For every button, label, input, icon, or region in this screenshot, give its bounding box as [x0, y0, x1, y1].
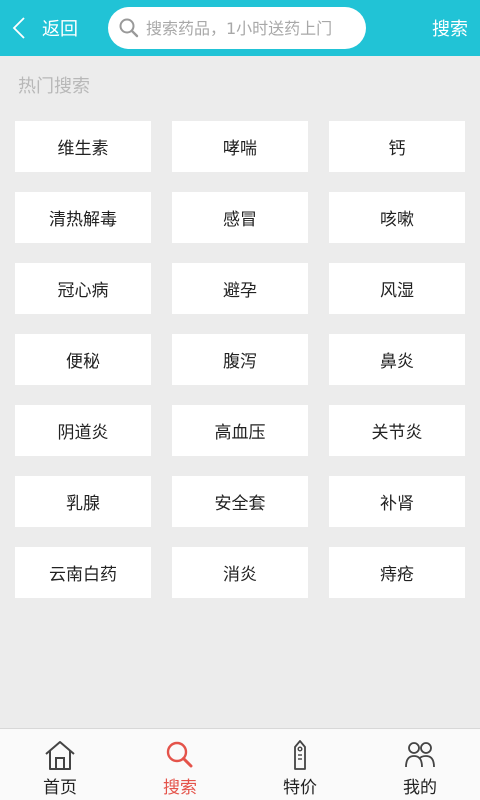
hot-search-tag[interactable]: 腹泻: [172, 334, 308, 385]
hot-search-tag[interactable]: 安全套: [172, 476, 308, 527]
hot-search-tag[interactable]: 哮喘: [172, 121, 308, 172]
hot-search-tag[interactable]: 便秘: [15, 334, 151, 385]
hot-search-tag[interactable]: 高血压: [172, 405, 308, 456]
hot-search-tag[interactable]: 痔疮: [329, 547, 465, 598]
hot-search-grid: 维生素 哮喘 钙 清热解毒 感冒 咳嗽 冠心病 避孕 风湿 便秘 腹泻 鼻炎 阴…: [15, 121, 465, 598]
hot-search-tag[interactable]: 维生素: [15, 121, 151, 172]
back-label: 返回: [42, 19, 78, 40]
search-icon: [118, 17, 140, 39]
nav-label-mine: 我的: [403, 778, 437, 798]
hot-search-tag[interactable]: 避孕: [172, 263, 308, 314]
price-tag-icon: [283, 739, 317, 771]
top-bar: 返回 搜索: [0, 0, 480, 56]
hot-search-tag[interactable]: 乳腺: [15, 476, 151, 527]
hot-search-tag[interactable]: 钙: [329, 121, 465, 172]
hot-search-tag[interactable]: 风湿: [329, 263, 465, 314]
section-title-hot-search: 热门搜索: [18, 76, 90, 97]
search-icon: [163, 739, 197, 771]
nav-label-specials: 特价: [283, 778, 317, 798]
hot-search-tag[interactable]: 关节炎: [329, 405, 465, 456]
hot-search-tag[interactable]: 感冒: [172, 192, 308, 243]
nav-item-home[interactable]: 首页: [0, 729, 120, 800]
hot-search-tag[interactable]: 云南白药: [15, 547, 151, 598]
hot-search-tag[interactable]: 咳嗽: [329, 192, 465, 243]
nav-label-search: 搜索: [163, 778, 197, 798]
hot-search-tag[interactable]: 冠心病: [15, 263, 151, 314]
search-input[interactable]: [146, 18, 361, 38]
nav-item-mine[interactable]: 我的: [360, 729, 480, 800]
hot-search-tag[interactable]: 补肾: [329, 476, 465, 527]
hot-search-tag[interactable]: 阴道炎: [15, 405, 151, 456]
hot-search-tag[interactable]: 清热解毒: [15, 192, 151, 243]
nav-item-search[interactable]: 搜索: [120, 729, 240, 800]
user-icon: [403, 739, 437, 771]
chevron-left-icon: [12, 15, 32, 41]
search-box[interactable]: [108, 7, 366, 49]
search-button[interactable]: 搜索: [432, 0, 468, 56]
hot-search-tag[interactable]: 消炎: [172, 547, 308, 598]
back-button[interactable]: 返回: [0, 0, 102, 56]
bottom-nav: 首页 搜索 特价 我的: [0, 728, 480, 800]
hot-search-tag[interactable]: 鼻炎: [329, 334, 465, 385]
home-icon: [43, 739, 77, 771]
nav-label-home: 首页: [43, 778, 77, 798]
nav-item-specials[interactable]: 特价: [240, 729, 360, 800]
